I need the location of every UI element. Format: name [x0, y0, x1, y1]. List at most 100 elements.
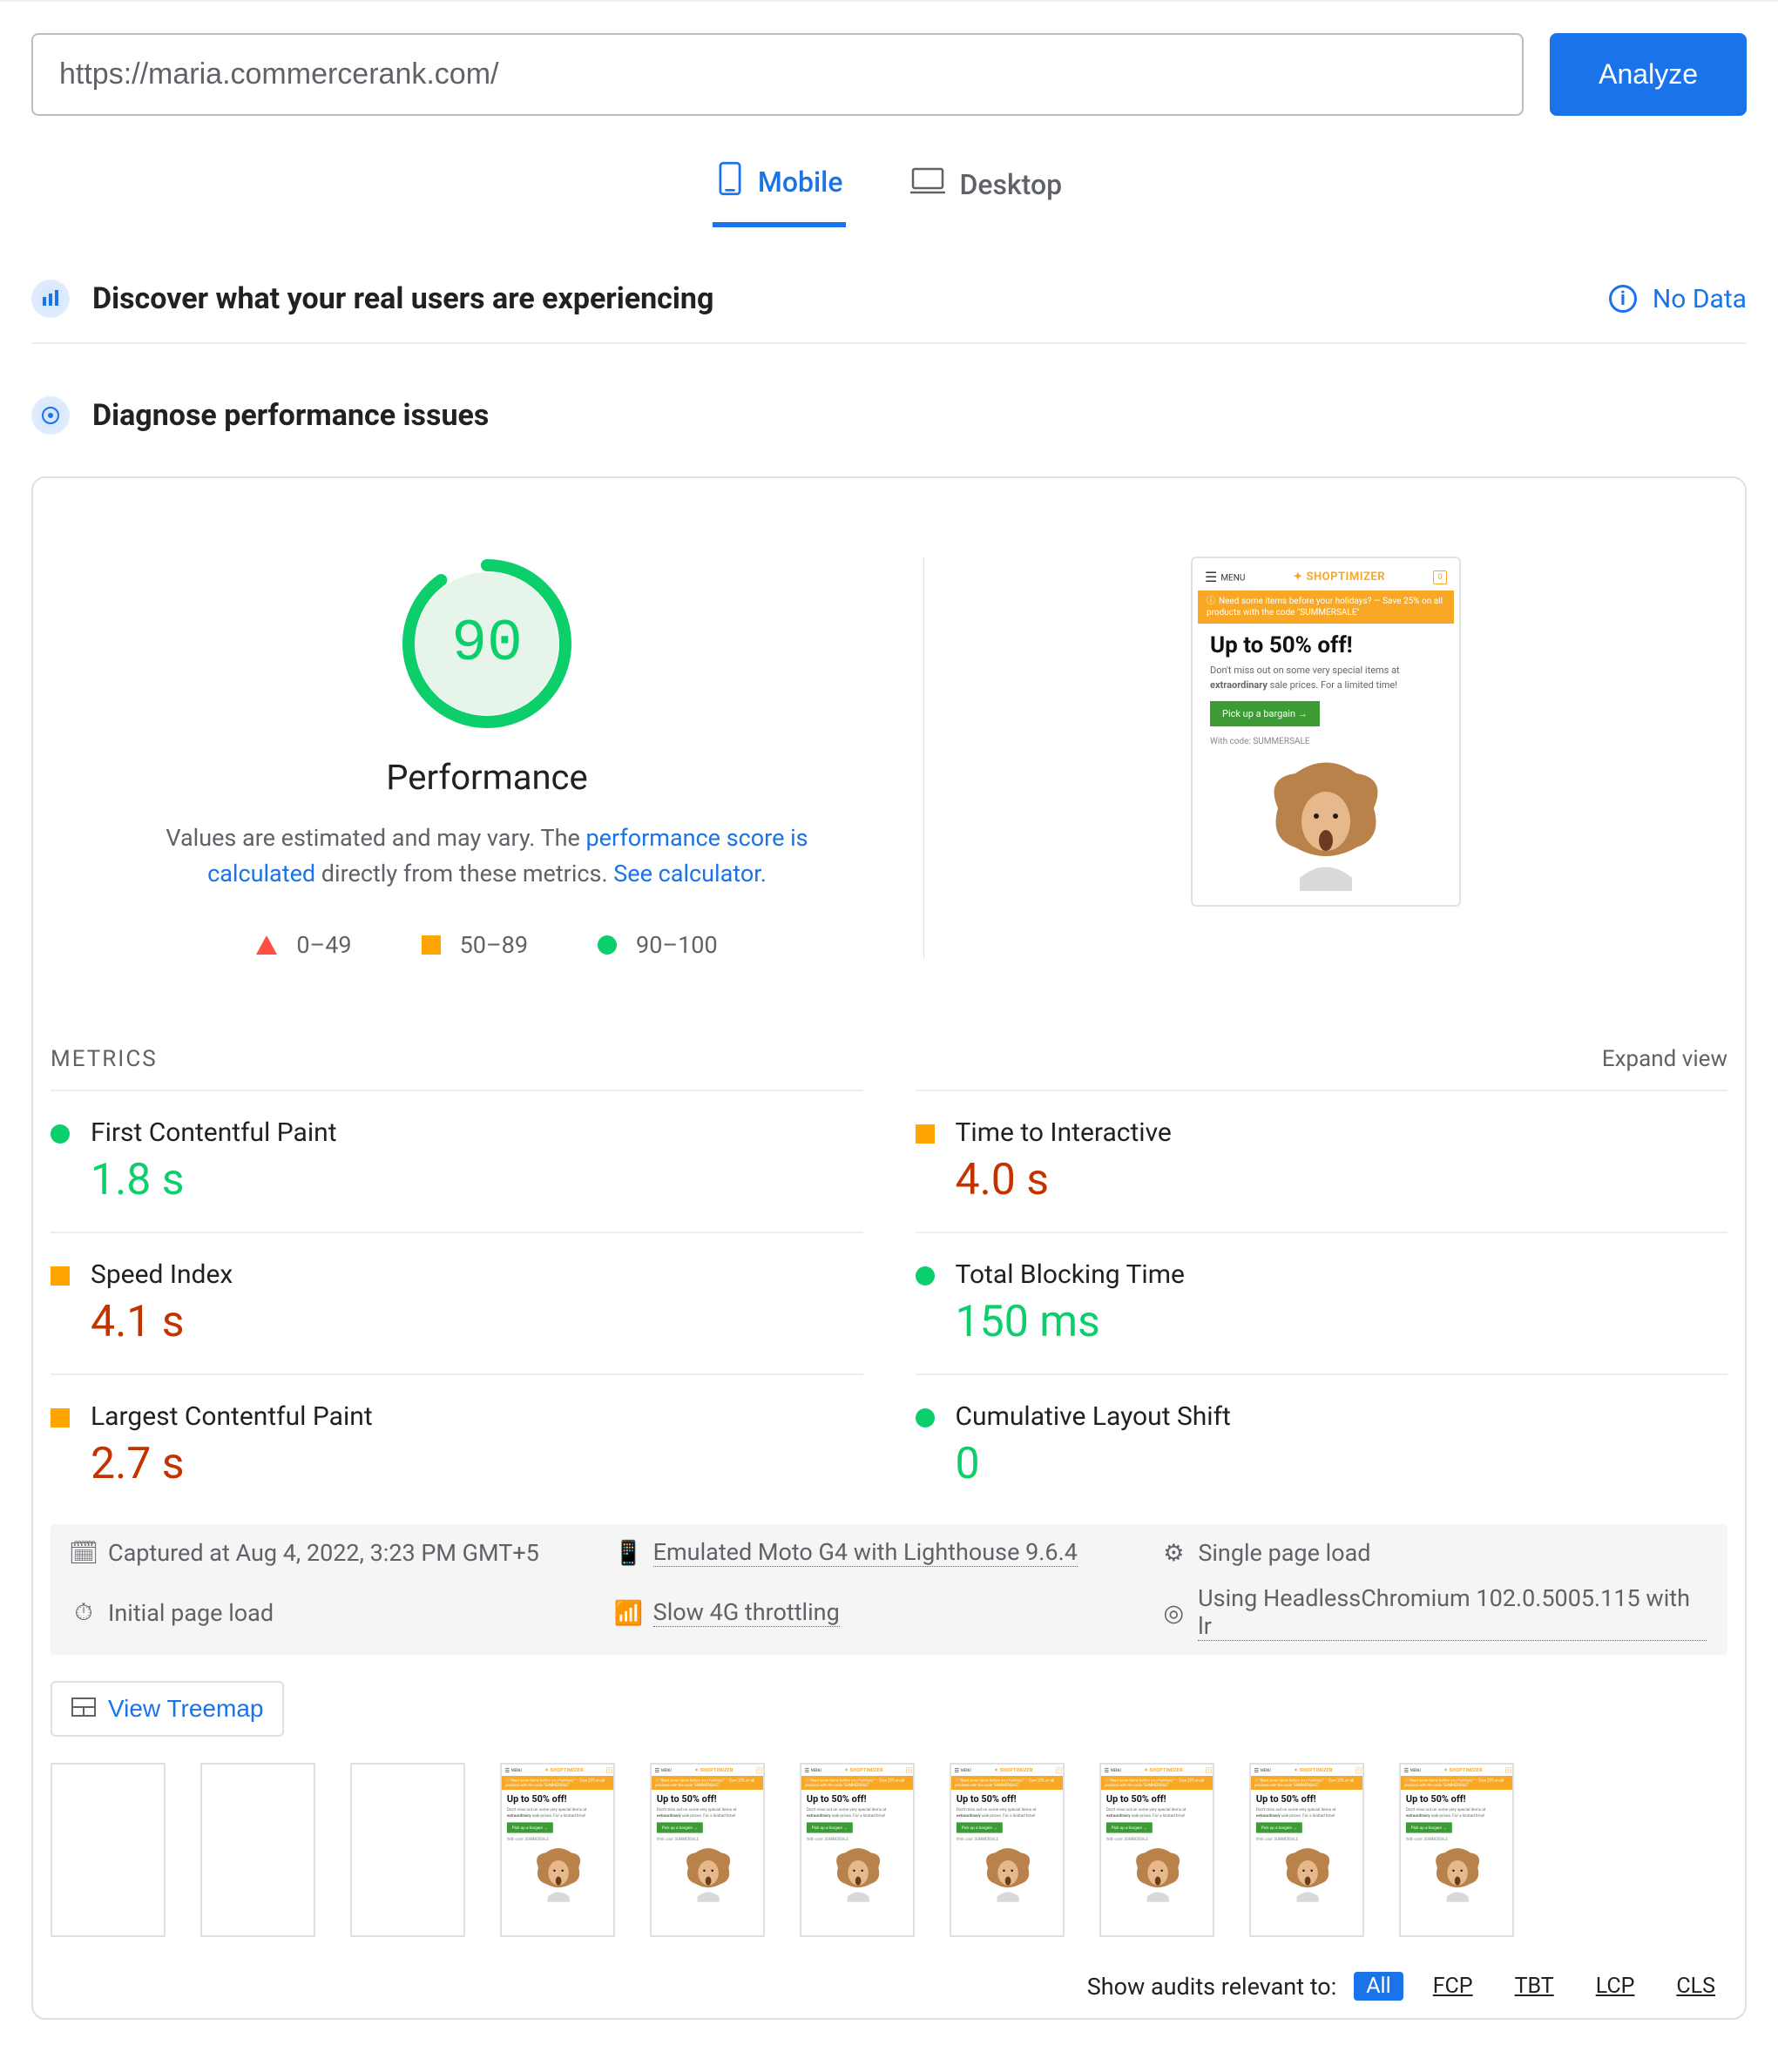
network-icon: ⚙	[1161, 1539, 1186, 1567]
metric-si[interactable]: Speed Index 4.1 s	[51, 1232, 863, 1373]
hero-title: Up to 50% off!	[807, 1793, 909, 1805]
no-data-link[interactable]: No Data	[1653, 284, 1747, 314]
hero-code: With code: SUMMERSALE	[657, 1838, 760, 1842]
hamburger-icon: ☰ MENU	[1104, 1767, 1120, 1774]
expand-view-link[interactable]: Expand view	[1602, 1046, 1727, 1072]
chrome-link[interactable]: Using HeadlessChromium 102.0.5005.115 wi…	[1198, 1584, 1707, 1641]
hero-copy: Don't miss out on some very special item…	[1210, 664, 1442, 692]
filmstrip-frame[interactable]: ☰ MENU ✦ SHOPTIMIZER ⓘNeed some items be…	[1099, 1763, 1214, 1937]
hero-cta: Pick up a bargain →	[1256, 1822, 1302, 1832]
diagnose-title: Diagnose performance issues	[92, 398, 1747, 433]
device-icon: 📱	[617, 1539, 641, 1567]
desktop-icon	[910, 166, 945, 203]
hero-title: Up to 50% off!	[1210, 632, 1442, 658]
cart-icon	[1355, 1767, 1362, 1773]
hero-image	[957, 1847, 1059, 1902]
status-square-avg	[51, 1408, 70, 1427]
see-calculator-link[interactable]: See calculator.	[613, 860, 767, 888]
filmstrip-frame[interactable]: ☰ MENU ✦ SHOPTIMIZER ⓘNeed some items be…	[500, 1763, 615, 1937]
filmstrip-frame[interactable]: ☰ MENU ✦ SHOPTIMIZER ⓘNeed some items be…	[650, 1763, 765, 1937]
hero-code: With code: SUMMERSALE	[1406, 1838, 1509, 1842]
mobile-icon	[716, 161, 744, 203]
promo-banner: ⓘNeed some items before your holidays? —…	[502, 1776, 615, 1790]
audit-filter-cls[interactable]: CLS	[1664, 1972, 1727, 2001]
metric-tti[interactable]: Time to Interactive 4.0 s	[916, 1090, 1728, 1232]
diagnose-section-icon	[31, 396, 70, 435]
cart-icon	[1206, 1767, 1212, 1773]
status-dot-good	[51, 1124, 70, 1144]
metric-tbt[interactable]: Total Blocking Time 150 ms	[916, 1232, 1728, 1373]
brand-logo: ✦ SHOPTIMIZER	[1294, 1767, 1332, 1772]
hero-image	[657, 1847, 760, 1902]
hero-title: Up to 50% off!	[1106, 1793, 1209, 1805]
chrome-icon: ◎	[1161, 1599, 1186, 1627]
metric-cls[interactable]: Cumulative Layout Shift 0	[916, 1373, 1728, 1515]
filmstrip-frame[interactable]: ☰ MENU ✦ SHOPTIMIZER ⓘNeed some items be…	[1399, 1763, 1514, 1937]
discover-title: Discover what your real users are experi…	[92, 281, 1586, 316]
hero-cta: Pick up a bargain →	[507, 1822, 553, 1832]
view-treemap-button[interactable]: View Treemap	[51, 1681, 284, 1737]
hamburger-icon: ☰ MENU	[804, 1767, 821, 1774]
filmstrip-frame[interactable]	[350, 1763, 465, 1937]
audit-filter-tbt[interactable]: TBT	[1503, 1972, 1566, 2001]
hero-copy: Don't miss out on some very special item…	[1406, 1806, 1509, 1819]
hero-title: Up to 50% off!	[507, 1793, 610, 1805]
hero-title: Up to 50% off!	[957, 1793, 1059, 1805]
hamburger-icon: ☰ MENU	[504, 1767, 521, 1774]
filmstrip-frame[interactable]	[200, 1763, 315, 1937]
promo-banner: ⓘNeed some items before your holidays? —…	[1401, 1776, 1514, 1790]
hero-image	[1106, 1847, 1209, 1902]
tab-desktop[interactable]: Desktop	[907, 152, 1065, 227]
metrics-heading: METRICS	[51, 1046, 158, 1072]
good-icon	[598, 935, 617, 955]
brand-logo: ✦ SHOPTIMIZER	[1293, 570, 1385, 584]
hero-cta: Pick up a bargain →	[1106, 1822, 1153, 1832]
performance-label: Performance	[386, 757, 587, 798]
hero-image	[807, 1847, 909, 1902]
analyze-button[interactable]: Analyze	[1550, 33, 1747, 116]
score-legend: 0–49 50–89 90–100	[256, 931, 717, 959]
tab-mobile[interactable]: Mobile	[713, 152, 847, 227]
filmstrip-frame[interactable]: ☰ MENU ✦ SHOPTIMIZER ⓘNeed some items be…	[800, 1763, 915, 1937]
emulated-link[interactable]: Emulated Moto G4 with Lighthouse 9.6.4	[653, 1538, 1078, 1567]
filmstrip-frame[interactable]	[51, 1763, 166, 1937]
brand-logo: ✦ SHOPTIMIZER	[694, 1767, 733, 1772]
wifi-icon: 📶	[617, 1599, 641, 1627]
cart-icon	[1056, 1767, 1062, 1773]
status-square-avg	[51, 1266, 70, 1286]
poor-icon	[256, 935, 277, 955]
hero-code: With code: SUMMERSALE	[807, 1838, 909, 1842]
promo-banner: ⓘNeed some items before your holidays? —…	[951, 1776, 1065, 1790]
audit-filter-lcp[interactable]: LCP	[1584, 1972, 1647, 2001]
tab-mobile-label: Mobile	[758, 165, 843, 199]
audit-filter-fcp[interactable]: FCP	[1421, 1972, 1485, 2001]
hero-image	[1256, 1847, 1359, 1902]
metric-lcp[interactable]: Largest Contentful Paint 2.7 s	[51, 1373, 863, 1515]
hamburger-icon: ☰ MENU	[1254, 1767, 1270, 1774]
status-square-avg	[916, 1124, 935, 1144]
tab-desktop-label: Desktop	[959, 168, 1062, 201]
cart-icon	[1505, 1767, 1511, 1773]
hero-copy: Don't miss out on some very special item…	[507, 1806, 610, 1819]
hero-code: With code: SUMMERSALE	[1210, 737, 1442, 746]
status-dot-good	[916, 1266, 935, 1286]
hero-image	[1210, 760, 1442, 891]
environment-info: 🗓Captured at Aug 4, 2022, 3:23 PM GMT+5 …	[51, 1524, 1727, 1655]
hero-title: Up to 50% off!	[657, 1793, 760, 1805]
throttle-link[interactable]: Slow 4G throttling	[653, 1598, 840, 1627]
metric-fcp[interactable]: First Contentful Paint 1.8 s	[51, 1090, 863, 1232]
hero-cta: Pick up a bargain →	[957, 1822, 1003, 1832]
hero-title: Up to 50% off!	[1406, 1793, 1509, 1805]
filmstrip-frame[interactable]: ☰ MENU ✦ SHOPTIMIZER ⓘNeed some items be…	[950, 1763, 1065, 1937]
cart-icon	[606, 1767, 612, 1773]
hero-copy: Don't miss out on some very special item…	[657, 1806, 760, 1819]
hero-title: Up to 50% off!	[1256, 1793, 1359, 1805]
url-input[interactable]	[31, 33, 1524, 116]
info-icon[interactable]: i	[1609, 285, 1637, 313]
audit-filter-all[interactable]: All	[1354, 1972, 1403, 2001]
hero-cta: Pick up a bargain →	[1210, 701, 1320, 726]
avg-icon	[422, 935, 441, 955]
cart-icon	[906, 1767, 912, 1773]
filmstrip-frame[interactable]: ☰ MENU ✦ SHOPTIMIZER ⓘNeed some items be…	[1249, 1763, 1364, 1937]
hero-cta: Pick up a bargain →	[1406, 1822, 1452, 1832]
